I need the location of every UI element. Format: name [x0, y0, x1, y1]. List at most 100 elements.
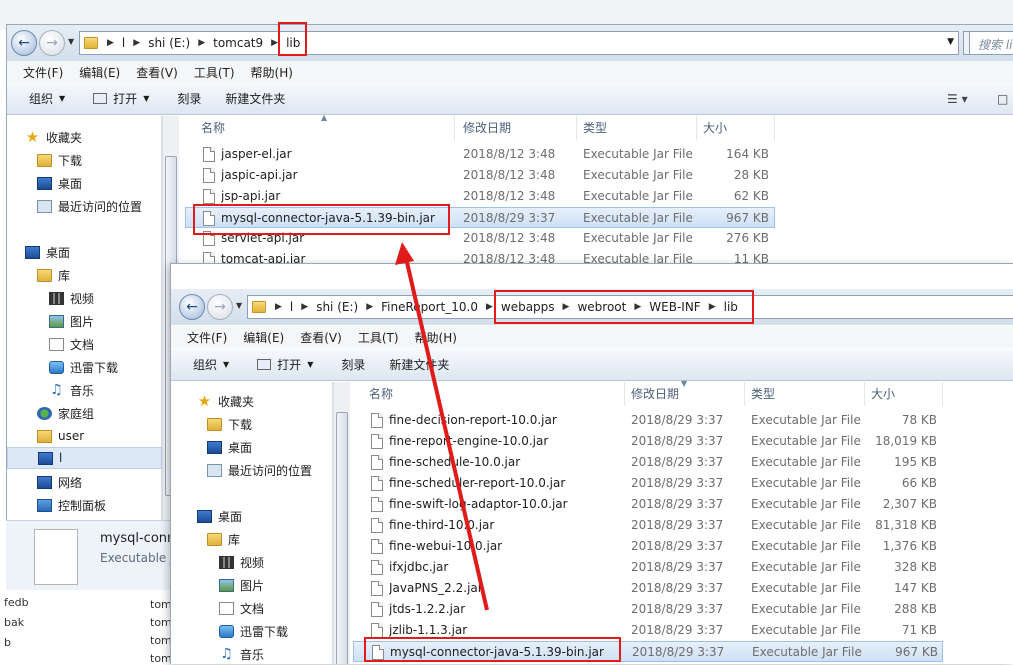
- address-dropdown-icon[interactable]: ▼: [947, 37, 954, 47]
- file-row-selected[interactable]: mysql-connector-java-5.1.39-bin.jar 2018…: [185, 207, 775, 228]
- nav-recent-places[interactable]: 最近访问的位置: [37, 195, 161, 217]
- file-row[interactable]: fine-decision-report-10.0.jar 2018/8/29 3…: [353, 410, 943, 431]
- file-row[interactable]: fine-scheduler-report-10.0.jar 2018/8/29 …: [353, 473, 943, 494]
- nav-desktop[interactable]: 桌面: [207, 436, 332, 458]
- open-button[interactable]: 打开 ▼: [83, 90, 159, 107]
- nav-desktop-root[interactable]: 桌面: [197, 505, 332, 527]
- file-row[interactable]: JavaPNS_2.2.jar 2018/8/29 3:37 Executable …: [353, 578, 943, 599]
- file-row-selected[interactable]: mysql-connector-java-5.1.39-bin.jar 2018/…: [353, 641, 943, 662]
- nav-scrollbar[interactable]: [333, 382, 350, 664]
- document-icon: [219, 601, 234, 615]
- file-date: 2018/8/29 3:37: [631, 518, 724, 532]
- breadcrumb-item[interactable]: shi (E:): [313, 300, 361, 314]
- file-row[interactable]: jaspic-api.jar 2018/8/12 3:48 Executable…: [185, 165, 775, 186]
- view-options-icon[interactable]: ☰ ▾: [947, 92, 968, 106]
- file-date: 2018/8/29 3:37: [631, 476, 724, 490]
- organize-button[interactable]: 组织 ▼: [19, 90, 75, 107]
- menu-edit[interactable]: 编辑(E): [235, 329, 292, 346]
- menu-edit[interactable]: 编辑(E): [71, 64, 128, 81]
- back-button[interactable]: ←: [179, 294, 205, 320]
- nav-network[interactable]: 网络: [37, 471, 161, 493]
- breadcrumb-item[interactable]: tomcat9: [210, 36, 266, 50]
- burn-button[interactable]: 刻录: [167, 90, 211, 107]
- nav-control-panel[interactable]: 控制面板: [37, 494, 161, 516]
- column-size[interactable]: 大小: [697, 116, 775, 140]
- breadcrumb-item[interactable]: lib: [283, 36, 303, 50]
- nav-documents[interactable]: 文档: [219, 597, 332, 619]
- file-name: mysql-connector-java-5.1.39-bin.jar: [390, 645, 604, 659]
- nav-thunder-downloads[interactable]: 迅雷下载: [49, 356, 161, 378]
- menu-help[interactable]: 帮助(H): [407, 329, 465, 346]
- nav-downloads[interactable]: 下载: [37, 149, 161, 171]
- address-bar-area: ← → ▼ ▶ l ▶ shi (E:) ▶ tomcat9 ▶ lib ▼ ↻…: [7, 25, 1013, 61]
- menu-view[interactable]: 查看(V): [292, 329, 350, 346]
- breadcrumb-item[interactable]: l: [287, 300, 296, 314]
- preview-pane-icon[interactable]: □: [997, 92, 1008, 106]
- search-input[interactable]: 搜索 lib: [969, 31, 1013, 55]
- menu-tools[interactable]: 工具(T): [186, 64, 243, 81]
- nav-user[interactable]: user: [37, 425, 161, 447]
- nav-libraries[interactable]: 库: [207, 528, 332, 550]
- file-row[interactable]: jasper-el.jar 2018/8/12 3:48 Executable …: [185, 144, 775, 165]
- file-row[interactable]: fine-webui-10.0.jar 2018/8/29 3:37 Executa…: [353, 536, 943, 557]
- forward-button[interactable]: →: [207, 294, 233, 320]
- menu-tools[interactable]: 工具(T): [350, 329, 407, 346]
- nav-recent-places[interactable]: 最近访问的位置: [207, 459, 332, 481]
- breadcrumb-item[interactable]: FineReport_10.0: [378, 300, 481, 314]
- breadcrumb-item[interactable]: l: [119, 36, 128, 50]
- organize-button[interactable]: 组织 ▼: [183, 356, 239, 373]
- file-row[interactable]: ifxjdbc.jar 2018/8/29 3:37 Executable Jar …: [353, 557, 943, 578]
- nav-favorites[interactable]: ★ 收藏夹: [25, 126, 161, 148]
- nav-desktop-root[interactable]: 桌面: [25, 241, 161, 263]
- nav-music[interactable]: ♫ 音乐: [49, 379, 161, 401]
- menu-help[interactable]: 帮助(H): [243, 64, 301, 81]
- menu-file[interactable]: 文件(F): [15, 64, 71, 81]
- breadcrumb-item[interactable]: lib: [721, 300, 741, 314]
- nav-pictures[interactable]: 图片: [219, 574, 332, 596]
- column-type[interactable]: 类型: [577, 116, 697, 140]
- nav-pictures[interactable]: 图片: [49, 310, 161, 332]
- file-row[interactable]: fine-schedule-10.0.jar 2018/8/29 3:37 Exec…: [353, 452, 943, 473]
- nav-documents[interactable]: 文档: [49, 333, 161, 355]
- forward-button[interactable]: →: [39, 30, 65, 56]
- new-folder-button[interactable]: 新建文件夹: [215, 90, 295, 107]
- file-row[interactable]: jzlib-1.1.3.jar 2018/8/29 3:37 Executable …: [353, 620, 943, 641]
- file-row[interactable]: jtds-1.2.2.jar 2018/8/29 3:37 Executable J…: [353, 599, 943, 620]
- nav-videos[interactable]: 视频: [219, 551, 332, 573]
- column-date[interactable]: 修改日期: [457, 116, 577, 140]
- nav-homegroup[interactable]: 家庭组: [37, 402, 161, 424]
- breadcrumb-item[interactable]: WEB-INF: [646, 300, 703, 314]
- breadcrumb-item[interactable]: shi (E:): [145, 36, 193, 50]
- new-folder-button[interactable]: 新建文件夹: [379, 356, 459, 373]
- breadcrumb-item[interactable]: webapps: [498, 300, 558, 314]
- recent-pages-dropdown-icon[interactable]: ▼: [236, 301, 242, 310]
- nav-favorites[interactable]: ★ 收藏夹: [197, 390, 332, 412]
- file-row[interactable]: fine-third-10.0.jar 2018/8/29 3:37 Executa…: [353, 515, 943, 536]
- burn-button[interactable]: 刻录: [331, 356, 375, 373]
- file-row[interactable]: fine-report-engine-10.0.jar 2018/8/29 3:3…: [353, 431, 943, 452]
- address-box[interactable]: ▶ l ▶ shi (E:) ▶ tomcat9 ▶ lib ▼: [79, 31, 959, 55]
- nav-videos[interactable]: 视频: [49, 287, 161, 309]
- breadcrumb-item[interactable]: webroot: [574, 300, 629, 314]
- scroll-thumb[interactable]: [336, 412, 348, 664]
- column-name[interactable]: 名称: [363, 382, 625, 406]
- address-box[interactable]: ▶ l ▶ shi (E:) ▶ FineReport_10.0 ▶ webap…: [247, 295, 1013, 319]
- file-row[interactable]: servlet-api.jar 2018/8/12 3:48 Executabl…: [185, 228, 775, 249]
- menu-file[interactable]: 文件(F): [179, 329, 235, 346]
- file-type: Executable Jar File: [751, 413, 861, 427]
- menu-view[interactable]: 查看(V): [128, 64, 186, 81]
- open-button[interactable]: 打开 ▼: [247, 356, 323, 373]
- nav-desktop[interactable]: 桌面: [37, 172, 161, 194]
- file-row[interactable]: jsp-api.jar 2018/8/12 3:48 Executable Ja…: [185, 186, 775, 207]
- nav-computer[interactable]: l: [7, 447, 162, 469]
- nav-downloads[interactable]: 下载: [207, 413, 332, 435]
- nav-libraries[interactable]: 库: [37, 264, 161, 286]
- recent-pages-dropdown-icon[interactable]: ▼: [68, 37, 74, 46]
- nav-music[interactable]: ♫ 音乐: [219, 643, 332, 664]
- column-type[interactable]: 类型: [745, 382, 865, 406]
- column-size[interactable]: 大小: [865, 382, 943, 406]
- file-row[interactable]: fine-swift-log-adaptor-10.0.jar 2018/8/29…: [353, 494, 943, 515]
- file-date: 2018/8/29 3:37: [631, 581, 724, 595]
- nav-thunder-downloads[interactable]: 迅雷下载: [219, 620, 332, 642]
- back-button[interactable]: ←: [11, 30, 37, 56]
